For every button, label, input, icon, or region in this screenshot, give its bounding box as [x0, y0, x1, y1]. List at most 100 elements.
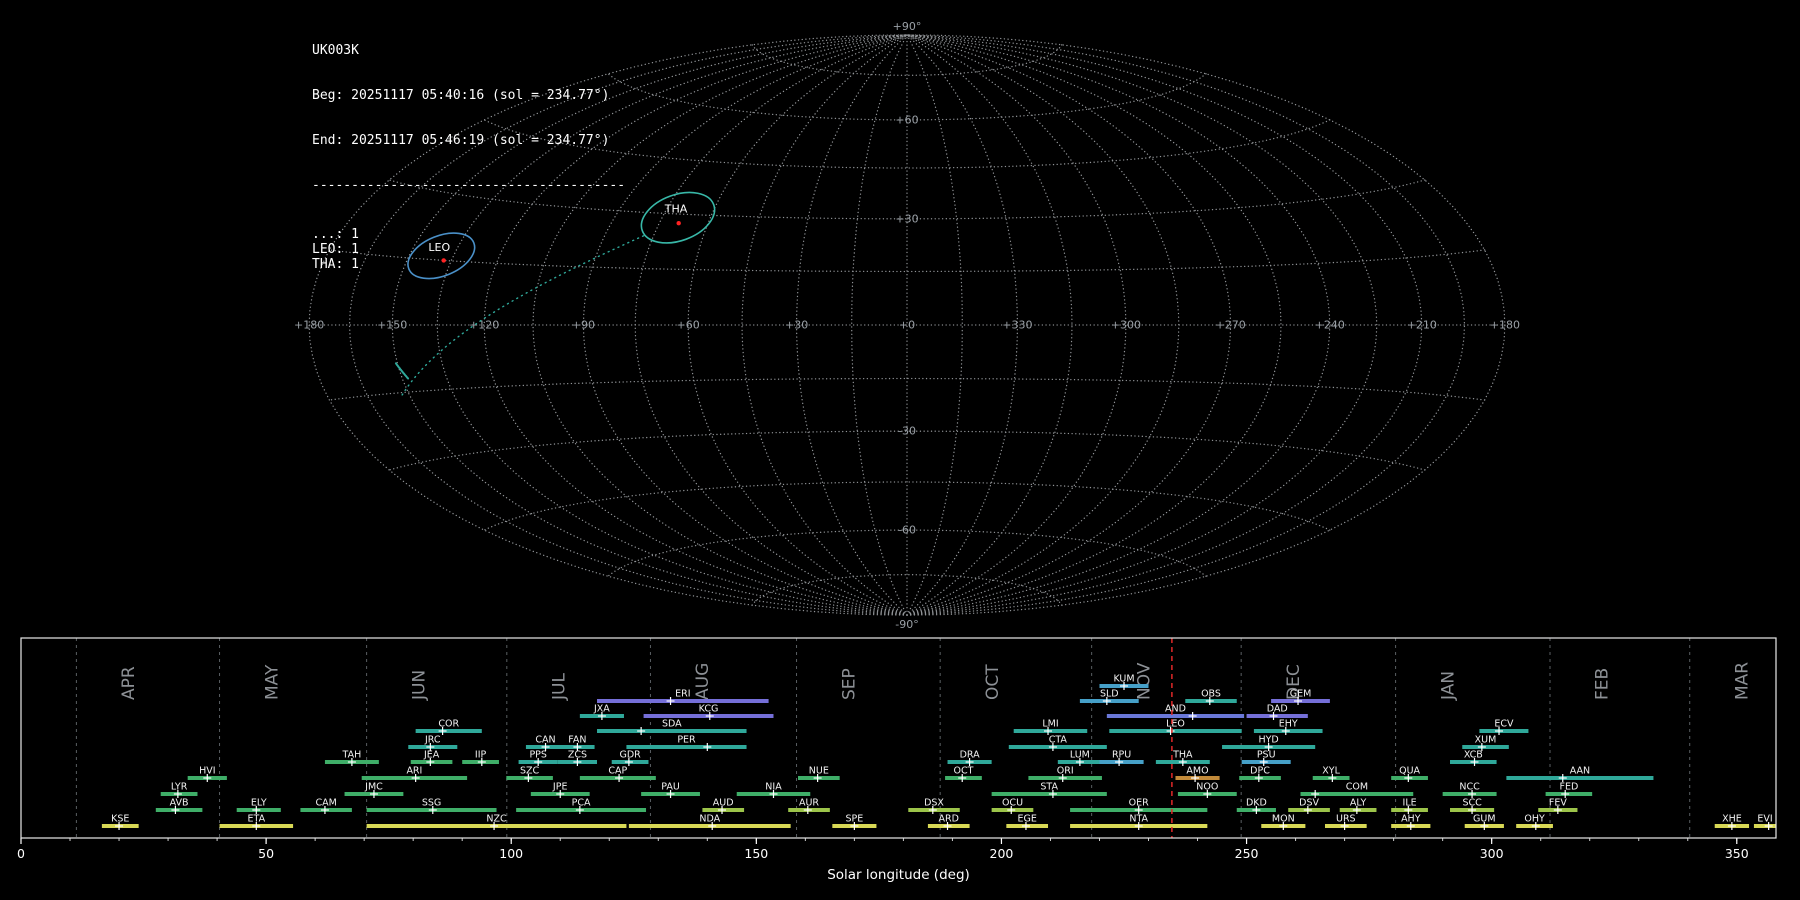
- month-label: MAY: [262, 664, 282, 700]
- shower-label-ahy: AHY: [1401, 814, 1421, 825]
- shower-label-iip: IIP: [475, 750, 487, 761]
- lat-label: +30: [895, 212, 918, 225]
- shower-label-xyl: XYL: [1322, 766, 1340, 777]
- shower-label-aan: AAN: [1570, 766, 1590, 777]
- shower-label-lum: LUM: [1070, 750, 1090, 761]
- shower-label-nue: NUE: [809, 766, 829, 777]
- shower-label-can: CAN: [535, 735, 555, 746]
- shower-label-pau: PAU: [661, 782, 680, 793]
- shower-label-aur: AUR: [799, 798, 819, 809]
- x-axis-title: Solar longitude (deg): [827, 867, 970, 883]
- shower-label-obs: OBS: [1201, 689, 1221, 700]
- shower-label-cap: CAP: [608, 766, 627, 777]
- lon-label: +300: [1111, 319, 1141, 332]
- shower-label-com: COM: [1346, 782, 1368, 793]
- month-label: JAN: [1438, 671, 1458, 701]
- shower-label-dkd: DKD: [1246, 798, 1267, 809]
- shower-label-sda: SDA: [662, 719, 682, 730]
- shower-label-per: PER: [677, 735, 696, 746]
- shower-label-sta: STA: [1040, 782, 1058, 793]
- shower-label-qua: QUA: [1399, 766, 1420, 777]
- radiant-ellipse-tha: [640, 191, 716, 244]
- lon-label: +120: [469, 319, 499, 332]
- shower-label-ocu: OCU: [1002, 798, 1023, 809]
- shower-label-dad: DAD: [1267, 704, 1288, 715]
- shower-label-avb: AVB: [170, 798, 189, 809]
- shower-label-szc: SZC: [520, 766, 540, 777]
- shower-label-kcg: KCG: [699, 704, 719, 715]
- month-label: AUG: [693, 663, 713, 700]
- shower-label-cor: COR: [438, 719, 459, 730]
- shower-label-kse: KSE: [111, 814, 129, 825]
- shower-label-ecv: ECV: [1494, 719, 1514, 730]
- lon-label: +240: [1315, 319, 1345, 332]
- radiant-label-tha: THA: [664, 203, 688, 216]
- shower-label-leo: LEO: [1166, 719, 1185, 730]
- shower-label-jrc: JRC: [424, 735, 441, 746]
- lon-label: +180: [294, 319, 324, 332]
- shower-label-psu: PSU: [1257, 750, 1276, 761]
- lat-label: -30: [898, 425, 916, 438]
- lat-label: -60: [898, 524, 916, 537]
- shower-label-ehy: EHY: [1279, 719, 1298, 730]
- shower-label-nzc: NZC: [486, 814, 507, 825]
- month-label: MAR: [1732, 662, 1752, 700]
- shower-label-xcb: XCB: [1464, 750, 1483, 761]
- lon-label: +30: [785, 319, 808, 332]
- separator-line: ----------------------------------------: [312, 178, 626, 193]
- lon-label: +0: [899, 319, 915, 332]
- shower-label-nda: NDA: [699, 814, 720, 825]
- shower-label-xum: XUM: [1475, 735, 1497, 746]
- lat-label: +90°: [893, 20, 922, 33]
- month-label: NOV: [1134, 662, 1154, 700]
- shower-label-fed: FED: [1560, 782, 1579, 793]
- month-label: JUN: [409, 670, 429, 701]
- x-tick-label: 50: [258, 846, 274, 861]
- shower-label-spe: SPE: [846, 814, 864, 825]
- meteor-radiant-dot: [676, 221, 681, 226]
- month-label: SEP: [839, 668, 859, 700]
- shower-label-cam: CAM: [316, 798, 337, 809]
- shower-label-oct: OCT: [954, 766, 974, 777]
- shower-label-amo: AMO: [1186, 766, 1208, 777]
- lon-label: +150: [377, 319, 407, 332]
- shower-label-ssg: SSG: [422, 798, 441, 809]
- shower-label-ile: ILE: [1403, 798, 1417, 809]
- end-time-line: End: 20251117 05:46:19 (sol = 234.77°): [312, 133, 610, 148]
- shower-label-jea: JEA: [423, 750, 440, 761]
- x-tick-label: 100: [499, 846, 523, 861]
- shower-label-cta: CTA: [1049, 735, 1068, 746]
- shower-label-ard: ARD: [938, 814, 958, 825]
- shower-label-gem: GEM: [1290, 689, 1312, 700]
- radiant-sky-map: +180 +150 +120 +90 +60 +30 +0 +330 +300 +270 +240 +…: [294, 20, 1520, 631]
- shower-count-sporadic: ...: 1: [312, 227, 359, 242]
- month-label: APR: [119, 666, 139, 700]
- lon-label: +210: [1407, 319, 1437, 332]
- shower-label-aud: AUD: [713, 798, 734, 809]
- shower-label-noo: NOO: [1196, 782, 1218, 793]
- shower-label-ege: EGE: [1018, 814, 1037, 825]
- x-tick-label: 250: [1235, 846, 1259, 861]
- shower-label-and: AND: [1165, 704, 1186, 715]
- lat-label: +60: [895, 113, 918, 126]
- shower-label-gdr: GDR: [619, 750, 641, 761]
- shower-label-dpc: DPC: [1250, 766, 1270, 777]
- shower-label-sld: SLD: [1100, 689, 1119, 700]
- chart-frame: [20, 637, 1777, 839]
- month-label: FEB: [1593, 668, 1613, 700]
- shower-activity-chart: APR MAY JUN JUL AUG SEP OCT NOV DEC JAN FEB MAR0 50 1…: [17, 637, 1777, 861]
- x-tick-label: 0: [17, 846, 25, 861]
- shower-label-tha: THA: [1172, 750, 1193, 761]
- x-tick-label: 200: [990, 846, 1014, 861]
- shower-label-nta: NTA: [1129, 814, 1148, 825]
- shower-count-leo: LEO: 1: [312, 242, 359, 257]
- shower-label-zcs: ZCS: [568, 750, 587, 761]
- shower-label-lmi: LMI: [1042, 719, 1058, 730]
- shower-label-aly: ALY: [1350, 798, 1367, 809]
- shower-label-gum: GUM: [1473, 814, 1496, 825]
- shower-label-scc: SCC: [1462, 798, 1482, 809]
- shower-label-pps: PPS: [529, 750, 547, 761]
- shower-label-urs: URS: [1336, 814, 1356, 825]
- x-tick-label: 300: [1480, 846, 1504, 861]
- shower-label-xhe: XHE: [1722, 814, 1742, 825]
